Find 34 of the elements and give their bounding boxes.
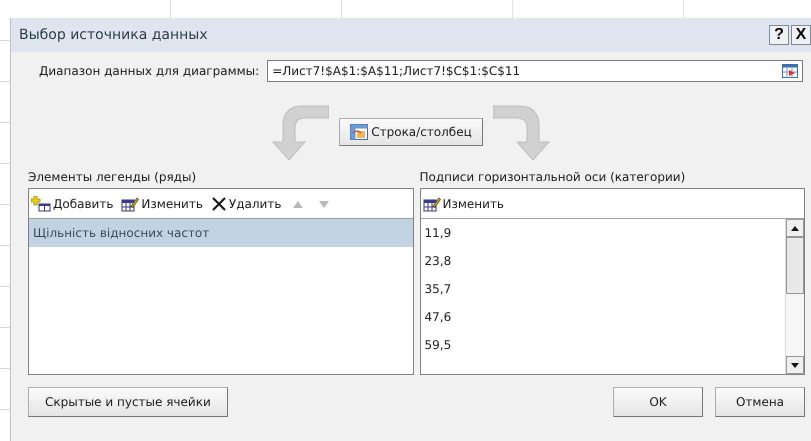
- up-triangle-icon: [791, 226, 799, 230]
- range-picker-icon[interactable]: [782, 64, 798, 78]
- scrollbar[interactable]: [785, 219, 804, 374]
- scroll-up-button[interactable]: [786, 219, 804, 237]
- down-triangle-icon: [791, 362, 799, 368]
- edit-button[interactable]: Изменить: [121, 196, 203, 212]
- window-title: Выбор источника данных: [19, 27, 209, 43]
- help-button[interactable]: ?: [769, 25, 789, 45]
- category-item[interactable]: 47,6: [420, 303, 785, 331]
- category-item[interactable]: 59,5: [420, 331, 785, 359]
- edit-icon: [422, 196, 440, 212]
- category-item[interactable]: 11,9: [420, 219, 785, 247]
- cancel-button[interactable]: Отмена: [715, 387, 805, 417]
- remove-button[interactable]: Удалить: [210, 196, 282, 210]
- legend-item[interactable]: Щільність відносних частот: [29, 219, 412, 247]
- category-item[interactable]: 35,7: [420, 275, 785, 303]
- delete-x-icon: [210, 196, 227, 210]
- category-item[interactable]: 23,8: [420, 247, 785, 275]
- down-triangle-icon: [319, 201, 330, 208]
- up-triangle-icon: [293, 201, 304, 208]
- legend-label: Элементы легенды (ряды): [28, 170, 198, 184]
- range-field[interactable]: =Лист7!$A$1:$A$11;Лист7!$C$1:$C$11: [267, 60, 803, 82]
- add-button[interactable]: Добавить: [31, 196, 114, 212]
- edit-icon: [121, 196, 140, 212]
- edit-button[interactable]: Изменить: [422, 196, 504, 212]
- close-button[interactable]: X: [791, 25, 811, 45]
- range-label: Диапазон данных для диаграммы:: [39, 64, 260, 78]
- add-table-icon: [31, 196, 51, 212]
- switch-row-column-button[interactable]: Строка/столбец: [339, 118, 483, 146]
- switch-table-icon: [350, 124, 368, 140]
- scroll-down-button[interactable]: [786, 356, 804, 374]
- ok-button[interactable]: OK: [613, 387, 703, 417]
- axis-labels-label: Подписи горизонтальной оси (категории): [420, 170, 686, 184]
- hidden-empty-cells-button[interactable]: Скрытые и пустые ячейки: [28, 387, 228, 417]
